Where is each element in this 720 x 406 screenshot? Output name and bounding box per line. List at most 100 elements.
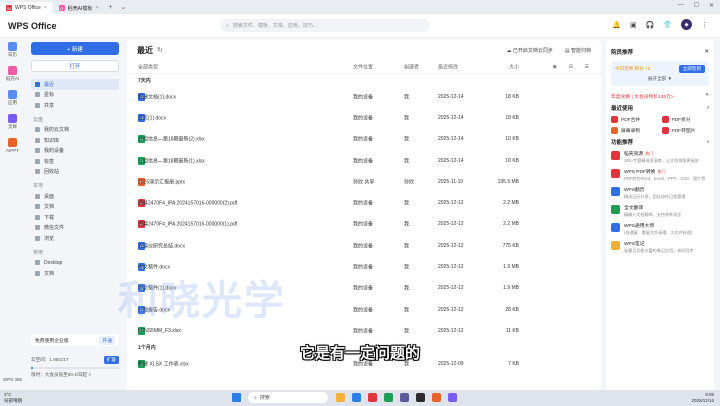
chevron-right-icon[interactable]: › bbox=[707, 139, 709, 145]
col-date[interactable]: 最近修改 bbox=[438, 63, 458, 70]
file-row[interactable]: W 中文稿件(1).docx 我的设备我 2025-12-12 1.9 MB bbox=[127, 278, 601, 299]
file-row[interactable]: W 开题报告.docx 我的设备我 2025-12-12 28 KB bbox=[127, 299, 601, 320]
chevron-down-icon[interactable]: ⌄ bbox=[116, 3, 130, 11]
sidebar-item-starred[interactable]: 星标 bbox=[31, 90, 119, 101]
bell-icon[interactable]: 🔔 bbox=[612, 21, 621, 29]
feature-item[interactable]: WPS PDF转换 热门 PDF转为Word、Excel、PPT、CAD、图片等 bbox=[611, 168, 709, 182]
features-head: 功能推荐 › bbox=[611, 139, 709, 146]
expand-all-link[interactable]: 展开全部 ▼ bbox=[615, 76, 705, 82]
rail-item-apps[interactable]: 应用 bbox=[8, 90, 17, 106]
promo-action-button[interactable]: 开通 bbox=[99, 335, 115, 345]
sidebar-item-my-cloud[interactable]: 我的云文档 bbox=[31, 125, 119, 136]
file-row[interactable]: S 分组信息—第18期最新(1).xlsx 我的设备我 2025-12-14 10 KB bbox=[127, 150, 601, 171]
wps-taskbar-icon[interactable] bbox=[368, 393, 377, 402]
sidebar-item-trash[interactable]: 回收站 bbox=[31, 167, 119, 178]
file-row[interactable]: P 2025演示汇报册.pptx 孙欣 共享 孙欣 2025-11-10 195.5 MB bbox=[127, 171, 601, 192]
book-icon bbox=[35, 137, 40, 143]
skin-icon[interactable]: 👕 bbox=[663, 21, 672, 29]
new-tab-icon[interactable]: + bbox=[104, 4, 116, 11]
avatar[interactable]: ◆ bbox=[681, 19, 692, 30]
file-owner: 我 bbox=[404, 361, 410, 368]
feature-text: WPS PDF转换 热门 PDF转为Word、Excel、PPT、CAD、图片等 bbox=[624, 168, 710, 182]
more-icon[interactable]: ⋮ bbox=[701, 21, 708, 29]
chevron-right-icon[interactable]: › bbox=[707, 105, 709, 111]
system-tray[interactable]: 9:06 2025/12/16 bbox=[691, 392, 714, 404]
sidebar-item-common-docs[interactable]: 文档 bbox=[31, 268, 119, 279]
file-row[interactable]: W 中文稿件.docx 我的设备我 2025-12-12 1.9 MB bbox=[127, 256, 601, 277]
rail-wps365[interactable]: WPS 365 bbox=[3, 377, 22, 382]
tool-screen-record[interactable]: 屏幕录制 bbox=[611, 127, 659, 134]
open-button[interactable]: 打开 bbox=[31, 60, 119, 72]
feature-item[interactable]: 全文翻译 精确入文档翻译，支持多种语言 bbox=[611, 204, 709, 218]
rail-item-aippt[interactable]: AIPPT bbox=[6, 138, 19, 153]
cloud-sync-button[interactable]: ☁ 已开启文档云同步 bbox=[506, 47, 552, 54]
file-row[interactable]: P 招募2470F4_IPA 2024157016-000000(2).pdf 我的… bbox=[127, 192, 601, 213]
tab-wps-office[interactable]: W WPS Office × bbox=[0, 2, 53, 14]
feature-item[interactable]: WPS笔记 轻量且功能丰富的笔记应用，实时同步 bbox=[611, 240, 709, 254]
file-row[interactable]: W 意见(1).docx 我的设备我 2025-12-14 18 KB bbox=[127, 107, 601, 128]
close-window-icon[interactable]: ✕ bbox=[709, 2, 714, 9]
tool-pdf-to-image[interactable]: PDF转图片 bbox=[661, 127, 710, 134]
sidebar-item-wechat[interactable]: 微信文件 bbox=[31, 223, 119, 234]
sidebar-item-shared[interactable]: 共享 bbox=[31, 100, 119, 111]
col-owner[interactable]: 创建者 ⌄ bbox=[404, 64, 419, 71]
weather-widget[interactable]: 3°C 局部晴朗 bbox=[4, 392, 22, 404]
sidebar-item-recent[interactable]: 最近 bbox=[31, 79, 119, 90]
edge-icon[interactable] bbox=[352, 393, 361, 402]
search-input[interactable]: ⌕ 搜索文件、模板、文库、应用、技巧... bbox=[220, 19, 430, 32]
filter-type-dropdown[interactable]: 全部类型 ⌄ bbox=[138, 64, 158, 71]
close-tab-icon[interactable]: × bbox=[95, 5, 98, 11]
file-size: 1.9 MB bbox=[503, 264, 519, 271]
sidebar-item-tags[interactable]: 标签 bbox=[31, 156, 119, 167]
headset-icon[interactable]: 🎧 bbox=[646, 21, 655, 29]
maximize-icon[interactable]: ☐ bbox=[694, 2, 699, 9]
wechat-taskbar-icon[interactable] bbox=[384, 393, 393, 402]
new-button[interactable]: + 新建 bbox=[31, 42, 119, 55]
rail-item-calendar[interactable]: 日历 bbox=[8, 42, 17, 58]
steam-icon[interactable] bbox=[416, 393, 425, 402]
file-row[interactable]: W 光谱仪研究总结.docx 我的设备我 2025-12-12 775 KB bbox=[127, 235, 601, 256]
sidebar-item-downloads[interactable]: 下载 bbox=[31, 212, 119, 223]
minimize-icon[interactable]: — bbox=[678, 2, 684, 9]
expand-storage-button[interactable]: 扩容 bbox=[103, 356, 119, 364]
rail-item-lingxi[interactable]: 灵犀 bbox=[8, 114, 17, 130]
eye-icon[interactable]: ◉ bbox=[553, 64, 557, 70]
close-tab-icon[interactable]: × bbox=[44, 5, 47, 11]
app-icon[interactable] bbox=[432, 393, 441, 402]
taskbar-search[interactable]: ⌕ 搜索 bbox=[248, 392, 328, 403]
windows-start-icon[interactable] bbox=[232, 393, 241, 402]
close-panel-icon[interactable]: ✕ bbox=[704, 49, 709, 55]
sidebar-item-browse[interactable]: 浏览 bbox=[31, 233, 119, 244]
file-row[interactable]: P 招募2470F4_IPA 2024157016-000000(1).pdf 我的… bbox=[127, 214, 601, 235]
feature-item[interactable]: WPS翻历 精选日历分享，团队协作日程管理 bbox=[611, 186, 709, 200]
smart-archive-button[interactable]: ▤ 智能归档 bbox=[565, 47, 591, 54]
tool-pdf-merge[interactable]: PDF合并 bbox=[611, 116, 659, 123]
tool-pdf-split[interactable]: PDF拆分 bbox=[661, 116, 710, 123]
list-view-icon[interactable]: ☰ bbox=[585, 64, 589, 70]
app-icon[interactable] bbox=[448, 393, 457, 402]
sidebar-item-common-desktop[interactable]: Desktop bbox=[31, 258, 119, 269]
file-row[interactable]: W 新建文档(1).docx 我的设备我 2025-12-14 18 KB bbox=[127, 86, 601, 107]
refresh-icon[interactable]: ↻ bbox=[157, 46, 163, 54]
file-explorer-icon[interactable] bbox=[336, 393, 345, 402]
sidebar-item-knowledge[interactable]: 知识库 bbox=[31, 135, 119, 146]
sidebar-item-desktop[interactable]: 桌面 bbox=[31, 191, 119, 202]
file-row[interactable]: S LENS5MM_F3.xlsx 我的设备我 2025-12-12 11 KB bbox=[127, 320, 601, 341]
annual-offer[interactable]: 年度兑换 | 大会员特价149元> ✕ bbox=[611, 93, 709, 100]
tab-docer-ai[interactable]: D 稻壳AI模板 × bbox=[53, 2, 105, 14]
file-row[interactable]: S 新建 XLSX 工作表.xlsx 我的设备我 2025-12-09 7 KB bbox=[127, 354, 601, 375]
enterprise-promo[interactable]: 免费使用企业版 开通 bbox=[31, 334, 119, 346]
app-icon[interactable] bbox=[400, 393, 409, 402]
main-panel: 最近 ↻ ☁ 已开启文档云同步 ▤ 智能归档 全部类型 ⌄ 文件位置 创建者 ⌄… bbox=[127, 40, 601, 390]
rail-item-docer-ai[interactable]: 稻壳AI bbox=[6, 66, 19, 82]
feature-item[interactable]: WPS通用大师 (合通窗、重复文件清理、大文件处理) bbox=[611, 222, 709, 236]
checkin-button[interactable]: 立即签到 bbox=[678, 65, 705, 73]
close-offer-icon[interactable]: ✕ bbox=[705, 93, 709, 100]
sidebar-item-documents[interactable]: 文档 bbox=[31, 202, 119, 213]
storage-note[interactable]: 限时：大会员低至¥0.4/日起 > bbox=[31, 372, 119, 378]
file-row[interactable]: S 分组信息—第18期最新(2).xlsx 我的设备我 2025-12-14 10 KB bbox=[127, 129, 601, 150]
filter-icon[interactable]: ⊟ bbox=[569, 64, 573, 70]
sidebar-item-devices[interactable]: 我的设备 bbox=[31, 146, 119, 157]
feature-item[interactable]: 稻壳资源 热门 100+专题精选资源库，让文档排版更高效 bbox=[611, 150, 709, 164]
layout-icon[interactable]: ▣ bbox=[630, 21, 637, 29]
